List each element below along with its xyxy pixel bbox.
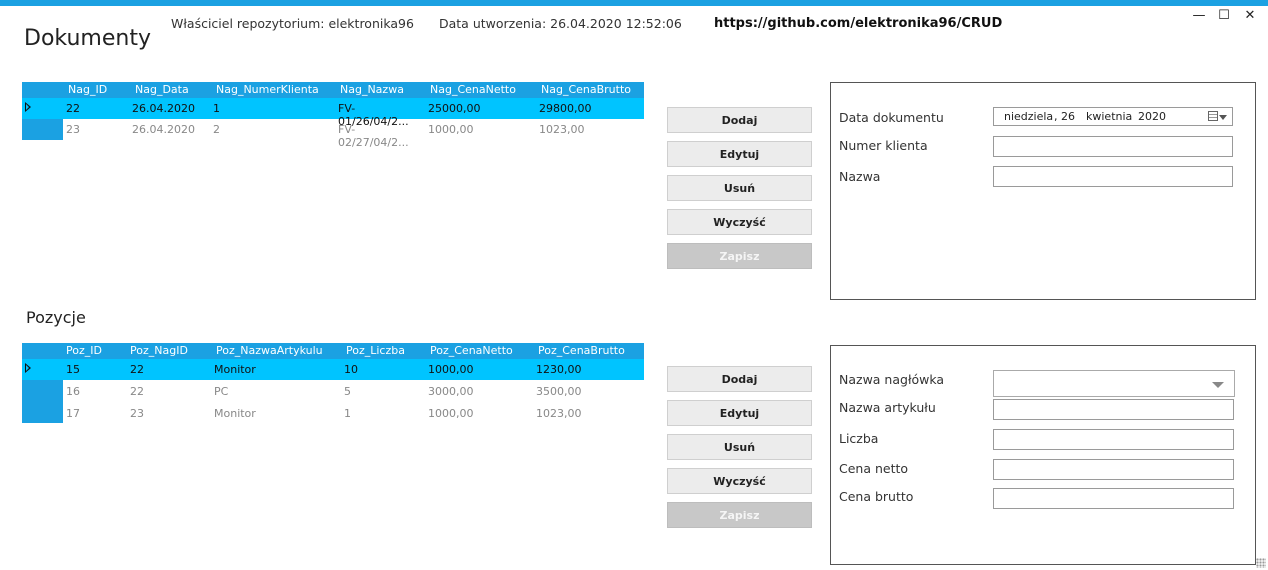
positions-add-button[interactable]: Dodaj [667,366,812,392]
document-name-input[interactable] [993,166,1233,187]
row-selector[interactable] [22,98,63,119]
cell-net[interactable]: 1000,00 [428,363,474,376]
cell-article[interactable]: Monitor [214,407,256,420]
cell-client[interactable]: 1 [213,102,220,115]
cell-gross[interactable]: 3500,00 [536,385,582,398]
column-header[interactable]: Poz_NazwaArtykulu [216,344,323,357]
cell-net[interactable]: 1000,00 [428,407,474,420]
cell-qty[interactable]: 10 [344,363,358,376]
cell-gross[interactable]: 1023,00 [536,407,582,420]
cell-gross[interactable]: 1230,00 [536,363,582,376]
gross-price-input[interactable] [993,488,1234,509]
positions-delete-button[interactable]: Usuń [667,434,812,460]
current-row-icon [25,102,31,112]
documents-title: Dokumenty [24,26,151,51]
cell-qty[interactable]: 5 [344,385,351,398]
header-name-label: Nazwa nagłówka [839,372,945,387]
resize-grip-icon[interactable] [1256,558,1266,568]
date-year[interactable]: 2020 [1138,110,1166,123]
date-month[interactable]: kwietnia [1086,110,1132,123]
column-header[interactable]: Nag_Nazwa [340,83,404,96]
column-header[interactable]: Poz_CenaBrutto [538,344,625,357]
column-header[interactable]: Poz_Liczba [346,344,405,357]
document-form-panel: Data dokumentu niedziela , 26 kwietnia 2… [830,82,1256,300]
repo-url-link[interactable]: https://github.com/elektronika96/CRUD [714,16,1002,31]
cell-date[interactable]: 26.04.2020 [132,123,195,136]
cell-date[interactable]: 26.04.2020 [132,102,195,115]
column-header[interactable]: Nag_CenaNetto [430,83,516,96]
close-button[interactable]: ✕ [1241,8,1259,23]
cell-id[interactable]: 22 [66,102,80,115]
column-header[interactable]: Poz_CenaNetto [430,344,513,357]
documents-add-button[interactable]: Dodaj [667,107,812,133]
header-name-select[interactable] [993,370,1235,397]
table-row[interactable]: 22 26.04.2020 1 FV-01/26/04/2... 25000,0… [22,98,644,128]
document-date-picker[interactable]: niedziela , 26 kwietnia 2020 [993,107,1233,126]
chevron-down-icon[interactable] [1212,382,1224,388]
creation-date-text: Data utworzenia: 26.04.2020 12:52:06 [439,16,682,31]
name-label: Nazwa [839,169,881,184]
calendar-icon[interactable] [1208,111,1218,121]
documents-save-button[interactable]: Zapisz [667,243,812,269]
minimize-button[interactable]: — [1190,8,1208,23]
cell-header-id[interactable]: 22 [130,363,144,376]
date-weekday[interactable]: niedziela [1004,110,1053,123]
net-price-label: Cena netto [839,461,909,476]
date-day[interactable]: , 26 [1054,110,1075,123]
column-header[interactable]: Nag_NumerKlienta [216,83,319,96]
positions-clear-button[interactable]: Wyczyść [667,468,812,494]
quantity-input[interactable] [993,429,1234,450]
cell-net[interactable]: 3000,00 [428,385,474,398]
cell-id[interactable]: 17 [66,407,80,420]
cell-id[interactable]: 15 [66,363,80,376]
gross-price-label: Cena brutto [839,489,914,504]
maximize-button[interactable]: ☐ [1215,8,1233,23]
article-name-input[interactable] [993,399,1234,420]
positions-grid[interactable]: Poz_ID Poz_NagID Poz_NazwaArtykulu Poz_L… [22,343,644,425]
cell-name[interactable]: FV-02/27/04/2... [338,123,424,149]
client-number-input[interactable] [993,136,1233,157]
chevron-down-icon[interactable] [1219,115,1227,120]
cell-gross[interactable]: 1023,00 [539,123,585,136]
cell-article[interactable]: Monitor [214,363,256,376]
positions-save-button[interactable]: Zapisz [667,502,812,528]
documents-edit-button[interactable]: Edytuj [667,141,812,167]
documents-delete-button[interactable]: Usuń [667,175,812,201]
cell-id[interactable]: 16 [66,385,80,398]
table-row[interactable]: 17 23 Monitor 1 1000,00 1023,00 [22,403,644,424]
table-row[interactable]: 23 26.04.2020 2 FV-02/27/04/2... 1000,00… [22,119,644,149]
table-row[interactable]: 15 22 Monitor 10 1000,00 1230,00 [22,359,644,380]
documents-clear-button[interactable]: Wyczyść [667,209,812,235]
positions-title: Pozycje [26,308,86,327]
row-selector[interactable] [22,359,63,380]
positions-grid-header: Poz_ID Poz_NagID Poz_NazwaArtykulu Poz_L… [22,343,644,359]
cell-gross[interactable]: 29800,00 [539,102,592,115]
net-price-input[interactable] [993,459,1234,480]
cell-net[interactable]: 25000,00 [428,102,481,115]
position-form-panel: Nazwa nagłówka Nazwa artykułu Liczba Cen… [830,345,1256,565]
table-row[interactable]: 16 22 PC 5 3000,00 3500,00 [22,381,644,402]
client-label: Numer klienta [839,138,928,153]
column-header[interactable]: Poz_ID [66,344,102,357]
column-header[interactable]: Nag_Data [135,83,189,96]
article-label: Nazwa artykułu [839,400,936,415]
cell-header-id[interactable]: 23 [130,407,144,420]
column-header[interactable]: Poz_NagID [130,344,188,357]
repo-owner-text: Właściciel repozytorium: elektronika96 [171,16,414,31]
cell-article[interactable]: PC [214,385,228,398]
positions-edit-button[interactable]: Edytuj [667,400,812,426]
cell-net[interactable]: 1000,00 [428,123,474,136]
current-row-icon [25,363,31,373]
cell-qty[interactable]: 1 [344,407,351,420]
cell-client[interactable]: 2 [213,123,220,136]
documents-grid[interactable]: Nag_ID Nag_Data Nag_NumerKlienta Nag_Naz… [22,82,644,149]
cell-id[interactable]: 23 [66,123,80,136]
documents-grid-header: Nag_ID Nag_Data Nag_NumerKlienta Nag_Naz… [22,82,644,98]
quantity-label: Liczba [839,431,879,446]
cell-header-id[interactable]: 22 [130,385,144,398]
column-header[interactable]: Nag_ID [68,83,107,96]
column-header[interactable]: Nag_CenaBrutto [541,83,631,96]
window-accent-bar [0,0,1268,6]
date-label: Data dokumentu [839,110,944,125]
